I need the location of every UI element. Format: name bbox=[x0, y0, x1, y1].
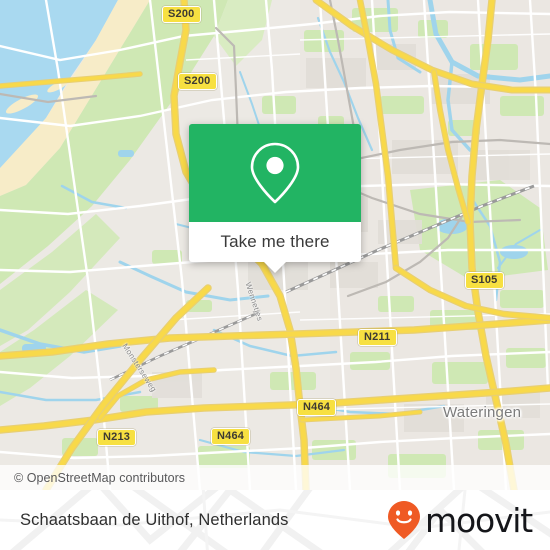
footer-bar: Schaatsbaan de Uithof, Netherlands moovi… bbox=[0, 490, 550, 550]
road-shield: S200 bbox=[178, 73, 217, 90]
road-shield: S105 bbox=[465, 272, 504, 289]
callout-pointer-tail bbox=[264, 262, 286, 273]
take-me-there-button[interactable]: Take me there bbox=[189, 222, 361, 262]
moovit-map-screenshot: S200 S200 S105 N211 N464 N213 N464 Wateringen W… bbox=[0, 0, 550, 550]
moovit-smiley-pin-icon bbox=[388, 501, 421, 539]
map-attribution-bar: © OpenStreetMap contributors bbox=[0, 465, 550, 490]
take-me-there-label: Take me there bbox=[220, 232, 330, 251]
osm-attribution-text[interactable]: © OpenStreetMap contributors bbox=[0, 471, 185, 485]
page-title: Schaatsbaan de Uithof, Netherlands bbox=[20, 510, 289, 529]
road-shield: N464 bbox=[297, 399, 337, 416]
road-shield: N464 bbox=[211, 428, 251, 445]
moovit-logo[interactable]: moovit bbox=[387, 500, 533, 540]
road-shield: N213 bbox=[97, 429, 137, 446]
place-label: Wateringen bbox=[443, 404, 522, 421]
map-pin-icon bbox=[250, 142, 300, 204]
road-shield: S200 bbox=[162, 6, 201, 23]
callout-image-area bbox=[189, 124, 361, 222]
road-shield: N211 bbox=[358, 329, 397, 346]
location-callout-card[interactable]: Take me there bbox=[189, 124, 361, 273]
moovit-wordmark: moovit bbox=[425, 500, 533, 540]
